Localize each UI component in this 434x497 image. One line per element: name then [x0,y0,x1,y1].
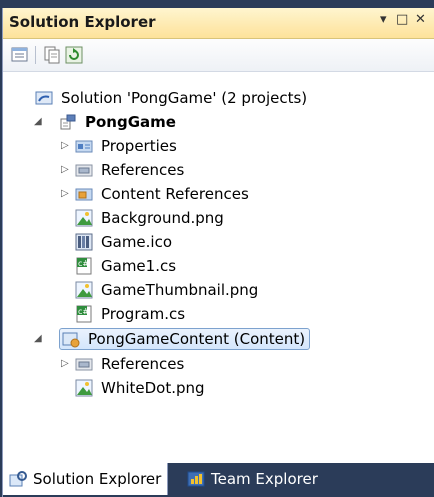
solution-label: Solution 'PongGame' (2 projects) [61,89,308,107]
content-references-icon [75,185,93,203]
expand-arrow-icon[interactable]: ▷ [61,140,73,152]
properties-icon[interactable] [11,46,29,64]
toolbar-separator [35,46,36,64]
tree-item-file[interactable]: c# Program.cs [75,302,185,326]
expand-arrow-icon[interactable]: ▷ [61,164,73,176]
project-icon [59,113,77,131]
tree-item-label: References [101,355,185,373]
expand-arrow-icon[interactable]: ▷ [61,188,73,200]
close-icon[interactable]: ✕ [415,12,426,27]
project-label: PongGameContent (Content) [88,330,306,348]
references-icon [75,355,93,373]
dropdown-arrow-icon[interactable]: ▾ [380,12,387,27]
selected-item-highlight: PongGameContent (Content) [59,328,311,350]
tree-item-label: Properties [101,137,177,155]
tree-item-file[interactable]: GameThumbnail.png [75,278,258,302]
csharp-file-icon: c# [75,305,93,323]
tree-item-label: Content References [101,185,249,203]
tree-item-label: GameThumbnail.png [101,281,259,299]
tree-item-label: Game1.cs [101,257,177,275]
tree-item-label: WhiteDot.png [101,379,205,397]
solution-icon [35,89,53,107]
show-all-files-icon[interactable] [43,46,61,64]
tree-item-label: References [101,161,185,179]
references-icon [75,161,93,179]
solution-explorer-window: Solution Explorer ▾ □ ✕ Solution 'PongGa… [2,8,434,497]
maximize-icon[interactable]: □ [396,12,408,27]
bottom-tab-strip: Solution Explorer Team Explorer [3,463,434,497]
refresh-icon[interactable] [65,46,83,64]
tree-item-label: Background.png [101,209,224,227]
tab-label: Team Explorer [211,470,318,488]
project-label: PongGame [85,113,176,131]
tree-item-label: Program.cs [101,305,186,323]
tree-item-properties[interactable]: ▷ Properties [61,134,177,158]
tree-item-file[interactable]: c# Game1.cs [75,254,176,278]
image-file-icon [75,281,93,299]
tab-label: Solution Explorer [33,470,162,488]
tree-item-file[interactable]: Game.ico [75,230,172,254]
expand-arrow-icon[interactable]: ▷ [61,358,73,370]
tree-item-content-references[interactable]: ▷ Content References [61,182,249,206]
tree-item-references[interactable]: ▷ References [61,158,185,182]
svg-text:c#: c# [78,259,89,268]
team-explorer-icon [187,470,205,488]
tree-item-project-ponggame[interactable]: ◢ PongGame [34,110,176,134]
tree-item-label: Game.ico [101,233,173,251]
image-file-icon [75,379,93,397]
solution-explorer-icon [9,470,27,488]
csharp-file-icon: c# [75,257,93,275]
tree-item-file[interactable]: WhiteDot.png [75,376,205,400]
ico-file-icon [75,233,93,251]
tree-item-solution[interactable]: Solution 'PongGame' (2 projects) [35,86,307,110]
title-bar: Solution Explorer ▾ □ ✕ [3,8,434,39]
tree-item-references[interactable]: ▷ References [61,352,185,376]
tree-item-file[interactable]: Background.png [75,206,224,230]
window-title: Solution Explorer [9,13,156,31]
tab-team-explorer[interactable]: Team Explorer [181,463,324,495]
collapse-arrow-icon[interactable]: ◢ [34,333,46,345]
image-file-icon [75,209,93,227]
collapse-arrow-icon[interactable]: ◢ [34,116,46,128]
toolbar [3,39,434,72]
tab-solution-explorer[interactable]: Solution Explorer [3,463,169,495]
tree-item-project-ponggamecontent[interactable]: ◢ PongGameContent (Content) [34,327,311,351]
content-project-icon [62,330,80,348]
properties-folder-icon [75,137,93,155]
svg-text:c#: c# [78,307,89,316]
